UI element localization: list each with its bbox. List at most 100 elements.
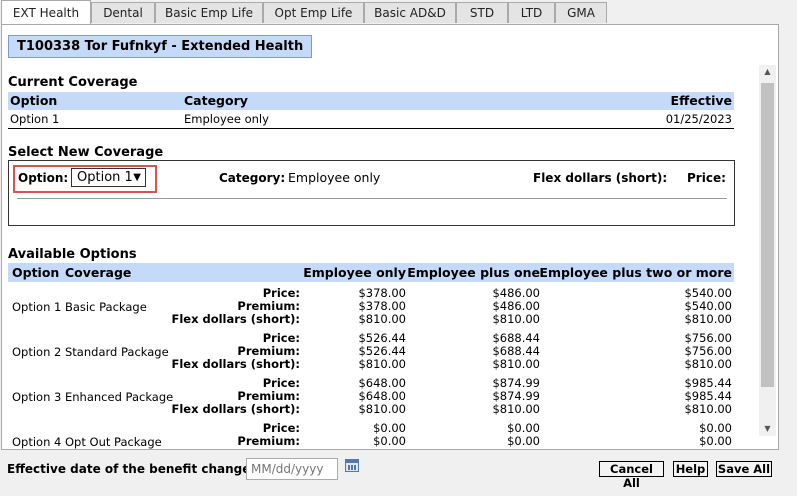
divider bbox=[17, 198, 727, 199]
flex-row-label: Flex dollars (short): bbox=[171, 357, 300, 371]
price-value: $526.44 bbox=[358, 331, 406, 345]
premium-value: $526.44 bbox=[358, 344, 406, 358]
price-label: Price: bbox=[687, 171, 726, 185]
chevron-down-icon: ▼ bbox=[133, 172, 141, 183]
plan-row: Option 1 Basic Package Price: Premium: F… bbox=[8, 286, 734, 328]
tab-bar: EXT Health Dental Basic Emp Life Opt Emp… bbox=[0, 0, 797, 25]
tab-basic-emp-life[interactable]: Basic Emp Life bbox=[155, 2, 263, 23]
plan-option: Option 3 bbox=[12, 390, 62, 404]
price-value: $688.44 bbox=[492, 331, 540, 345]
price-row-label: Price: bbox=[262, 331, 300, 345]
option-select-value: Option 1 bbox=[77, 170, 133, 185]
col-category: Category bbox=[184, 93, 248, 108]
flex-row-label: Flex dollars (short): bbox=[171, 402, 300, 416]
flex-row-label: Flex dollars (short): bbox=[171, 312, 300, 326]
price-value: $0.00 bbox=[507, 421, 540, 435]
tab-ltd[interactable]: LTD bbox=[508, 2, 555, 23]
premium-value: $648.00 bbox=[358, 389, 406, 403]
premium-value: $0.00 bbox=[507, 434, 540, 448]
premium-value: $0.00 bbox=[699, 434, 732, 448]
current-coverage-header: Option Category Effective bbox=[8, 92, 734, 110]
premium-value: $756.00 bbox=[684, 344, 732, 358]
plan-coverage: Standard Package bbox=[65, 345, 169, 359]
current-coverage-heading: Current Coverage bbox=[8, 75, 138, 90]
col-employee-only: Employee only bbox=[303, 265, 406, 280]
premium-value: $540.00 bbox=[684, 299, 732, 313]
available-options-header: Option Coverage Employee only Employee p… bbox=[8, 263, 734, 282]
plan-coverage: Opt Out Package bbox=[65, 435, 162, 449]
price-value: $0.00 bbox=[699, 421, 732, 435]
tab-dental[interactable]: Dental bbox=[91, 2, 155, 23]
plan-row: Option 2 Standard Package Price: Premium… bbox=[8, 331, 734, 373]
select-new-coverage-heading: Select New Coverage bbox=[8, 145, 164, 160]
premium-row-label: Premium: bbox=[237, 389, 300, 403]
page-title: T100338 Tor Fufnkyf - Extended Health bbox=[8, 35, 312, 58]
category-label: Category: bbox=[219, 171, 286, 185]
plan-row: Option 4 Opt Out Package Price: Premium:… bbox=[8, 421, 734, 449]
effective-date-label: Effective date of the benefit changes: bbox=[7, 462, 263, 476]
col-employee-plus-one: Employee plus one bbox=[407, 265, 540, 280]
col-option: Option bbox=[12, 265, 60, 280]
plan-option: Option 2 bbox=[12, 345, 62, 359]
plan-coverage: Basic Package bbox=[65, 300, 147, 314]
flex-value: $810.00 bbox=[492, 357, 540, 371]
effective-date-input[interactable] bbox=[246, 458, 338, 480]
calendar-icon[interactable] bbox=[345, 459, 359, 472]
price-value: $0.00 bbox=[373, 421, 406, 435]
available-options-heading: Available Options bbox=[8, 247, 137, 262]
price-row-label: Price: bbox=[262, 286, 300, 300]
option-label: Option: bbox=[18, 171, 69, 185]
save-all-button[interactable]: Save All bbox=[716, 461, 772, 477]
flex-value: $810.00 bbox=[684, 357, 732, 371]
flex-value: $810.00 bbox=[358, 357, 406, 371]
premium-row-label: Premium: bbox=[237, 299, 300, 313]
price-value: $486.00 bbox=[492, 286, 540, 300]
price-row-label: Price: bbox=[262, 421, 300, 435]
flex-label: Flex dollars (short): bbox=[533, 171, 668, 185]
cancel-all-button[interactable]: Cancel All bbox=[599, 461, 664, 490]
category-value: Employee only bbox=[288, 170, 381, 185]
premium-value: $874.99 bbox=[492, 389, 540, 403]
premium-row-label: Premium: bbox=[237, 344, 300, 358]
price-value: $985.44 bbox=[684, 376, 732, 390]
col-effective: Effective bbox=[670, 93, 732, 108]
tab-ext-health[interactable]: EXT Health bbox=[1, 0, 91, 25]
premium-value: $985.44 bbox=[684, 389, 732, 403]
plan-row: Option 3 Enhanced Package Price: Premium… bbox=[8, 376, 734, 418]
col-employee-plus-two: Employee plus two or more bbox=[539, 265, 732, 280]
tab-std[interactable]: STD bbox=[456, 2, 508, 23]
premium-value: $378.00 bbox=[358, 299, 406, 313]
select-new-coverage-box: Option: Option 1 ▼ Category: Employee on… bbox=[8, 160, 735, 226]
premium-value: $0.00 bbox=[373, 434, 406, 448]
flex-value: $810.00 bbox=[358, 312, 406, 326]
tab-basic-add[interactable]: Basic AD&D bbox=[364, 2, 456, 23]
flex-value: $810.00 bbox=[684, 402, 732, 416]
flex-value: $810.00 bbox=[358, 402, 406, 416]
premium-row-label: Premium: bbox=[237, 434, 300, 448]
col-coverage: Coverage bbox=[65, 265, 132, 280]
scroll-down-icon[interactable]: ▼ bbox=[759, 422, 776, 436]
content-panel: T100338 Tor Fufnkyf - Extended Health Cu… bbox=[1, 24, 779, 450]
plan-coverage: Enhanced Package bbox=[65, 390, 174, 404]
scrollbar-thumb[interactable] bbox=[761, 83, 774, 387]
premium-value: $486.00 bbox=[492, 299, 540, 313]
current-effective: 01/25/2023 bbox=[665, 112, 732, 126]
help-button[interactable]: Help bbox=[673, 461, 708, 477]
plan-option: Option 1 bbox=[12, 300, 62, 314]
col-option: Option bbox=[10, 93, 58, 108]
flex-value: $810.00 bbox=[684, 312, 732, 326]
tab-gma[interactable]: GMA bbox=[555, 2, 607, 23]
vertical-scrollbar[interactable]: ▲ ▼ bbox=[759, 65, 776, 436]
tab-opt-emp-life[interactable]: Opt Emp Life bbox=[263, 2, 364, 23]
option-select[interactable]: Option 1 ▼ bbox=[71, 168, 146, 187]
price-value: $378.00 bbox=[358, 286, 406, 300]
scroll-up-icon[interactable]: ▲ bbox=[759, 65, 776, 79]
current-category: Employee only bbox=[184, 112, 269, 126]
current-coverage-row: Option 1 Employee only 01/25/2023 bbox=[8, 110, 734, 129]
price-row-label: Price: bbox=[262, 376, 300, 390]
price-value: $874.99 bbox=[492, 376, 540, 390]
premium-value: $688.44 bbox=[492, 344, 540, 358]
plan-option: Option 4 bbox=[12, 435, 62, 449]
price-value: $648.00 bbox=[358, 376, 406, 390]
current-option: Option 1 bbox=[10, 112, 60, 126]
